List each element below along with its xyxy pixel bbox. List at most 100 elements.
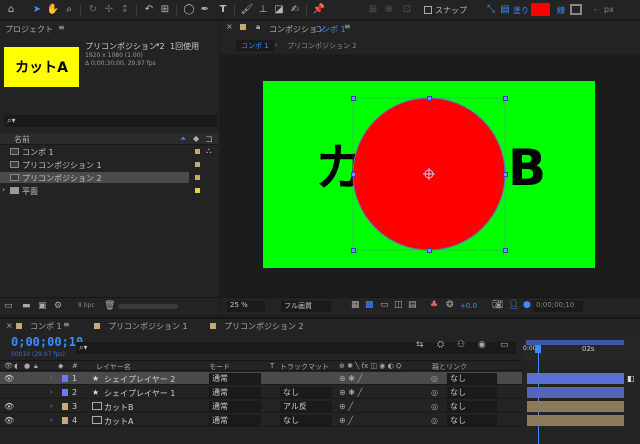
snap-checkbox[interactable]: [424, 6, 432, 14]
region-of-interest-icon[interactable]: ▦: [351, 300, 360, 310]
transform-handle[interactable]: [503, 248, 508, 253]
pan-behind-icon[interactable]: ⊞: [158, 2, 172, 18]
layer-switches[interactable]: ⊕ ╱: [339, 402, 353, 411]
mode-header[interactable]: モード: [209, 362, 230, 372]
comp-panel-active-title[interactable]: コンポ 1: [314, 24, 346, 35]
pen-icon[interactable]: ✒: [198, 2, 212, 18]
pickwhip-icon[interactable]: ◎: [431, 416, 438, 425]
comp-mini-flowchart-icon[interactable]: ⇆: [416, 340, 424, 350]
home-icon[interactable]: ⌂: [4, 2, 18, 18]
show-snapshot-icon[interactable]: 👤︎: [508, 300, 519, 310]
track-matte-dropdown[interactable]: アル反: [280, 401, 332, 412]
fill-label[interactable]: 塗り: [513, 5, 529, 16]
ellipse-icon[interactable]: ◯: [182, 2, 196, 18]
layer-name[interactable]: シェイプレイヤー 1: [104, 388, 175, 399]
layer-duration-bar[interactable]: [527, 401, 624, 412]
transform-handle[interactable]: [351, 96, 356, 101]
timeline-tab[interactable]: プリコンポジション 2: [224, 321, 304, 332]
audio-toggle-icon[interactable]: ◖: [14, 362, 18, 370]
label-color-swatch[interactable]: [195, 188, 200, 193]
shy-layers-icon[interactable]: ⚇: [457, 340, 465, 350]
layer-switches[interactable]: ⊕ ✱ ╱: [339, 374, 362, 383]
layer-duration-bar[interactable]: [527, 373, 624, 384]
layer-number-header[interactable]: #: [72, 362, 78, 370]
layer-label-color[interactable]: [62, 417, 68, 424]
eraser-icon[interactable]: ◪: [272, 2, 286, 18]
track-matte-dropdown[interactable]: なし: [280, 387, 332, 398]
new-folder-icon[interactable]: ▬: [22, 301, 31, 311]
exposure-reset-icon[interactable]: ❂: [446, 300, 454, 310]
composition-canvas[interactable]: カ B: [263, 81, 595, 268]
text-icon[interactable]: T: [216, 2, 230, 18]
timeline-search-input[interactable]: ⌕▾: [76, 342, 516, 354]
breadcrumb-active[interactable]: コンポ 1: [236, 40, 274, 51]
hand-icon[interactable]: ✋: [46, 2, 60, 18]
graph-editor-icon[interactable]: ▭: [500, 340, 509, 350]
scrollbar[interactable]: [118, 304, 178, 309]
label-column-icon[interactable]: ◆: [193, 134, 199, 143]
label-color-swatch[interactable]: [195, 149, 200, 154]
twirl-arrow-icon[interactable]: ›: [50, 416, 53, 424]
transform-handle[interactable]: [351, 172, 356, 177]
mode-dropdown[interactable]: 通常: [209, 401, 261, 412]
transform-handle[interactable]: [351, 248, 356, 253]
panel-menu-icon[interactable]: ≡: [63, 320, 70, 329]
label-column-icon[interactable]: ◆: [58, 362, 63, 370]
layer-switches[interactable]: ⊕ ✱ ╱: [339, 388, 362, 397]
parent-link-header[interactable]: 親とリンク: [432, 362, 467, 372]
layer-name-header[interactable]: レイヤー名: [96, 362, 131, 372]
layer-label-color[interactable]: [62, 389, 68, 396]
parent-dropdown[interactable]: なし: [447, 373, 497, 384]
fill-color-swatch[interactable]: [531, 3, 550, 16]
layer-duration-bar[interactable]: [527, 387, 624, 398]
transparency-grid-icon[interactable]: ▩: [365, 300, 374, 310]
pickwhip-icon[interactable]: ◎: [431, 374, 438, 383]
transform-handle[interactable]: [427, 248, 432, 253]
stroke-label[interactable]: 線: [557, 5, 565, 16]
twirl-arrow-icon[interactable]: ›: [50, 388, 53, 396]
parent-dropdown[interactable]: なし: [447, 401, 497, 412]
project-search-input[interactable]: ⌕▾: [4, 115, 217, 127]
world-axis-icon[interactable]: ⊕: [382, 2, 396, 18]
mode-dropdown[interactable]: 通常: [209, 415, 261, 426]
bpc-label[interactable]: 8 bpc: [78, 302, 95, 309]
selection-arrow-icon[interactable]: ➤: [30, 2, 44, 18]
layer-name[interactable]: シェイプレイヤー 2: [104, 374, 175, 385]
track-matte-header[interactable]: トラックマット: [280, 362, 329, 372]
channel-icon[interactable]: ▤: [408, 300, 417, 310]
layer-name[interactable]: カットA: [104, 416, 133, 427]
motion-blur-icon[interactable]: ◉: [478, 340, 486, 350]
trash-icon[interactable]: 🗑: [104, 301, 115, 311]
transform-handle[interactable]: [503, 172, 508, 177]
video-toggle-icon[interactable]: 👁︎: [4, 362, 13, 370]
resolution-dropdown[interactable]: フル画質: [281, 301, 331, 312]
stroke-width-value[interactable]: -: [594, 5, 597, 14]
layer-name[interactable]: カットB: [104, 402, 134, 413]
close-icon[interactable]: ×: [226, 22, 233, 31]
mask-visibility-icon[interactable]: ▭: [380, 300, 389, 310]
layer-row[interactable]: 👁︎ › 4 カットA 通常 なし ⊕ ╱ ◎ なし: [0, 414, 522, 427]
pickwhip-icon[interactable]: ◎: [431, 402, 438, 411]
name-column-header[interactable]: 名前: [14, 134, 30, 145]
exposure-value[interactable]: +0.0: [460, 302, 477, 310]
channel-color-icon[interactable]: ●: [523, 300, 531, 310]
layer-switches[interactable]: ⊕ ╱: [339, 416, 353, 425]
layer-duration-bar[interactable]: [527, 415, 624, 426]
mode-dropdown[interactable]: 通常: [209, 373, 261, 384]
layer-label-color[interactable]: [62, 375, 68, 382]
snapshot-icon[interactable]: 📷︎: [492, 300, 503, 310]
parent-dropdown[interactable]: なし: [447, 387, 497, 398]
layer-row[interactable]: 👁︎ › 3 カットB 通常 アル反 ⊕ ╱ ◎ なし: [0, 400, 522, 413]
transform-handle[interactable]: [503, 96, 508, 101]
snap-grid-icon[interactable]: ▤: [498, 2, 512, 18]
dropdown-arrow-icon[interactable]: ▾: [156, 41, 160, 49]
view-axis-icon[interactable]: ⊡: [400, 2, 414, 18]
label-color-swatch[interactable]: [195, 162, 200, 167]
shape-layer-circle[interactable]: [263, 81, 595, 268]
roto-brush-icon[interactable]: ✍: [288, 2, 302, 18]
current-time-display[interactable]: 0;00;00;10: [533, 301, 583, 312]
rotate-icon[interactable]: ↶: [142, 2, 156, 18]
draft-3d-icon[interactable]: ⛭: [437, 340, 444, 350]
brush-icon[interactable]: 🖌: [240, 2, 254, 18]
timeline-timecode[interactable]: 0;00;00;10: [11, 335, 83, 349]
